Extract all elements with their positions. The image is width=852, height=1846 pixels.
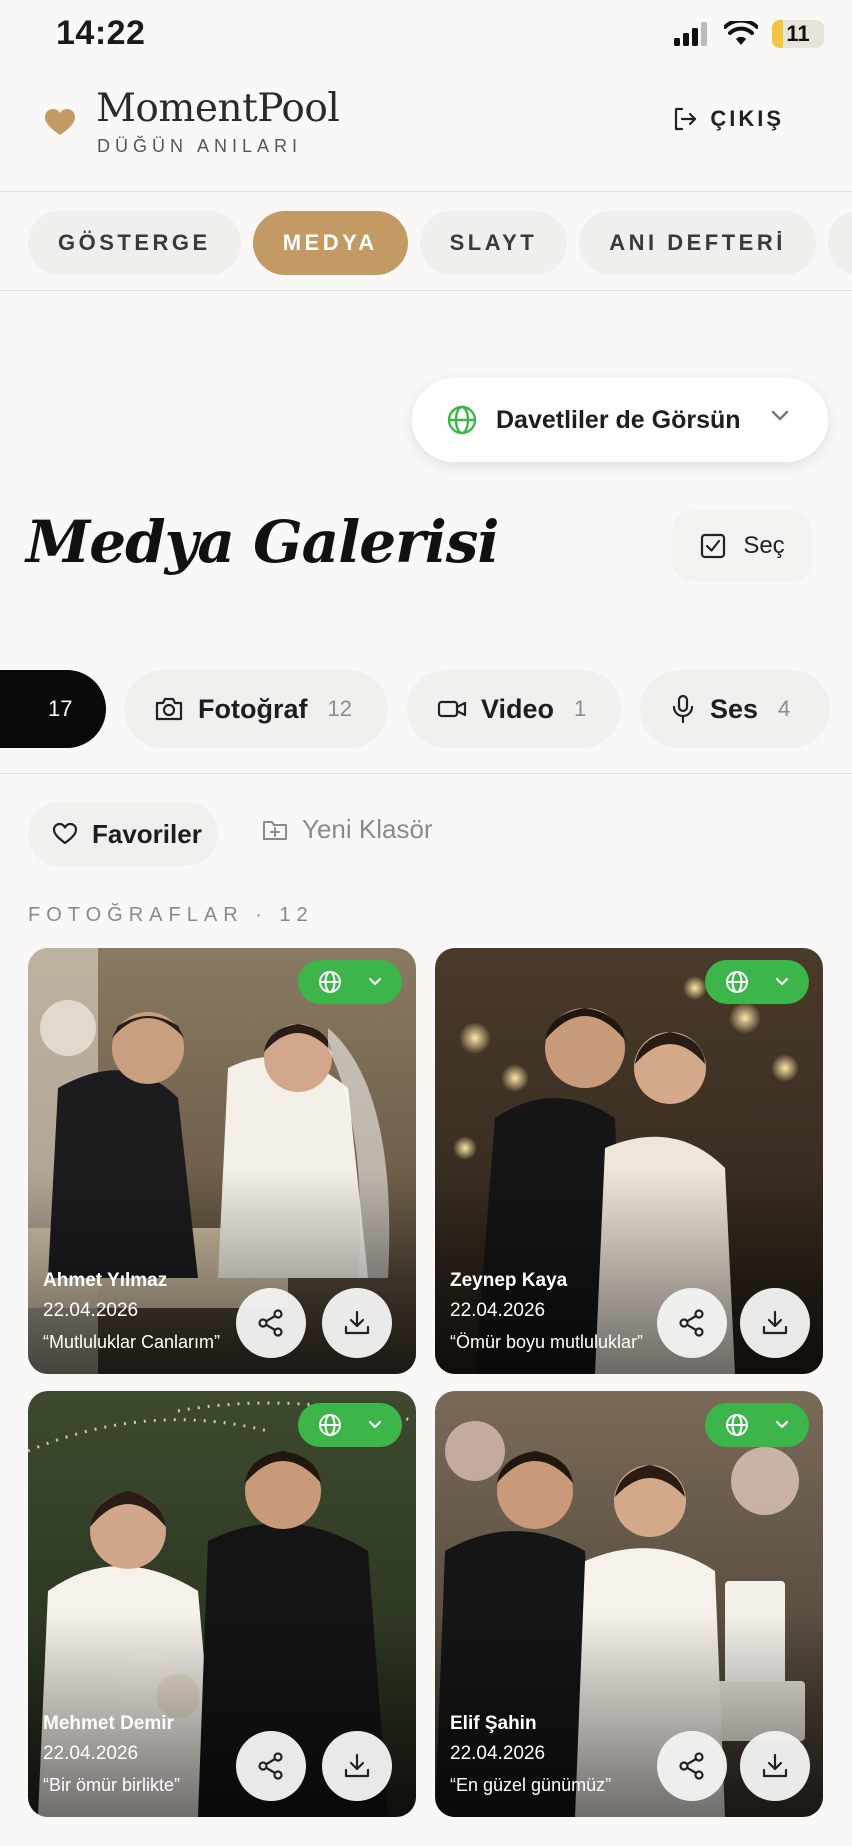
download-button[interactable] — [322, 1731, 392, 1801]
media-card[interactable]: Ahmet Yılmaz 22.04.2026 “Mutluluklar Can… — [28, 948, 416, 1374]
card-author: Zeynep Kaya — [450, 1270, 568, 1291]
status-icons: 11 — [674, 20, 824, 48]
camera-icon — [155, 697, 183, 721]
card-caption: “Mutluluklar Canlarım” — [43, 1332, 221, 1352]
nav-tabs: GÖSTERGE MEDYA SLAYT ANI DEFTERİ — [0, 193, 852, 291]
new-folder-label: Yeni Klasör — [302, 814, 433, 844]
download-icon — [762, 1753, 788, 1778]
favorites-button[interactable]: Favoriler — [28, 802, 218, 866]
filter-audio-count: 4 — [778, 696, 791, 721]
share-button[interactable] — [657, 1288, 727, 1358]
globe-icon — [319, 971, 341, 993]
tab-slideshow[interactable]: SLAYT — [419, 211, 568, 275]
filter-photo-count: 12 — [327, 696, 352, 721]
tab-guestbook[interactable]: ANI DEFTERİ — [579, 211, 816, 275]
card-caption: “Bir ömür birlikte” — [43, 1775, 181, 1795]
share-icon — [679, 1309, 704, 1337]
filter-photo[interactable]: Fotoğraf 12 — [124, 670, 388, 748]
new-folder-button[interactable]: Yeni Klasör — [262, 814, 433, 845]
media-card[interactable]: Mehmet Demir 22.04.2026 “Bir ömür birlik… — [28, 1391, 416, 1817]
download-icon — [344, 1753, 370, 1778]
card-date: 22.04.2026 — [450, 1300, 546, 1321]
download-button[interactable] — [740, 1731, 810, 1801]
signal-icon — [674, 22, 707, 46]
chevron-down-icon — [775, 1420, 789, 1429]
chevron-down-icon — [368, 1420, 382, 1429]
heart-icon — [45, 109, 75, 135]
download-button[interactable] — [322, 1288, 392, 1358]
download-button[interactable] — [740, 1288, 810, 1358]
card-caption: “Ömür boyu mutluluklar” — [450, 1332, 644, 1352]
battery-level: 11 — [786, 21, 810, 46]
card-author: Ahmet Yılmaz — [43, 1270, 168, 1291]
filter-video[interactable]: Video 1 — [407, 670, 621, 748]
select-button[interactable]: Seç — [672, 511, 812, 581]
heart-outline-icon — [52, 822, 78, 845]
filter-audio-label: Ses — [710, 693, 759, 724]
battery-indicator: 11 — [772, 20, 824, 48]
share-button[interactable] — [236, 1288, 306, 1358]
filter-all[interactable]: 17 — [0, 670, 106, 748]
share-icon — [258, 1309, 283, 1337]
card-visibility-toggle[interactable] — [705, 1403, 809, 1447]
filter-video-count: 1 — [574, 696, 587, 721]
status-time: 14:22 — [56, 14, 146, 52]
card-visibility-toggle[interactable] — [705, 960, 809, 1004]
share-icon — [679, 1752, 704, 1780]
wifi-icon — [724, 21, 758, 45]
card-date: 22.04.2026 — [43, 1300, 139, 1321]
card-caption: “En güzel günümüz” — [450, 1775, 612, 1795]
globe-icon — [319, 1414, 341, 1436]
media-card[interactable]: Elif Şahin 22.04.2026 “En güzel günümüz” — [435, 1391, 823, 1817]
logout-icon — [675, 107, 697, 131]
brand-name: MomentPool — [96, 86, 340, 131]
card-date: 22.04.2026 — [43, 1743, 139, 1764]
page-title: Medya Galerisi — [26, 508, 499, 576]
tab-more[interactable] — [827, 211, 852, 275]
filter-all-count: 17 — [48, 696, 73, 721]
filter-video-label: Video — [481, 693, 555, 724]
checkbox-icon — [701, 533, 726, 559]
status-bar: 14:22 11 — [0, 0, 852, 64]
favorites-label: Favoriler — [92, 818, 202, 849]
chevron-down-icon — [771, 410, 789, 421]
tab-dashboard[interactable]: GÖSTERGE — [28, 211, 241, 275]
filter-photo-label: Fotoğraf — [198, 693, 308, 724]
chevron-down-icon — [368, 977, 382, 986]
media-card[interactable]: Zeynep Kaya 22.04.2026 “Ömür boyu mutlul… — [435, 948, 823, 1374]
visibility-dropdown[interactable]: Davetliler de Görsün — [412, 378, 828, 462]
filter-audio[interactable]: Ses 4 — [640, 670, 830, 748]
download-icon — [762, 1310, 788, 1335]
visibility-label: Davetliler de Görsün — [496, 405, 741, 434]
globe-icon — [447, 405, 477, 435]
download-icon — [344, 1310, 370, 1335]
globe-icon — [726, 1414, 748, 1436]
share-button[interactable] — [236, 1731, 306, 1801]
app-header: MomentPool DÜĞÜN ANILARI ÇIKIŞ — [0, 70, 852, 192]
video-icon — [437, 700, 467, 718]
share-button[interactable] — [657, 1731, 727, 1801]
logout-button[interactable]: ÇIKIŞ — [672, 106, 784, 132]
card-visibility-toggle[interactable] — [298, 1403, 402, 1447]
microphone-icon — [672, 694, 694, 724]
globe-icon — [726, 971, 748, 993]
card-author: Mehmet Demir — [43, 1713, 174, 1734]
chevron-down-icon — [775, 977, 789, 986]
card-author: Elif Şahin — [450, 1713, 537, 1734]
media-filter-bar: 17 Fotoğraf 12 Video 1 Ses 4 — [0, 646, 852, 774]
select-label: Seç — [743, 532, 785, 559]
card-visibility-toggle[interactable] — [298, 960, 402, 1004]
brand-subtitle: DÜĞÜN ANILARI — [97, 136, 303, 156]
folder-plus-icon — [263, 820, 287, 840]
share-icon — [258, 1752, 283, 1780]
card-date: 22.04.2026 — [450, 1743, 546, 1764]
logout-label: ÇIKIŞ — [710, 106, 784, 131]
section-label: FOTOĞRAFLAR · 12 — [28, 904, 314, 926]
tab-media[interactable]: MEDYA — [252, 211, 408, 275]
